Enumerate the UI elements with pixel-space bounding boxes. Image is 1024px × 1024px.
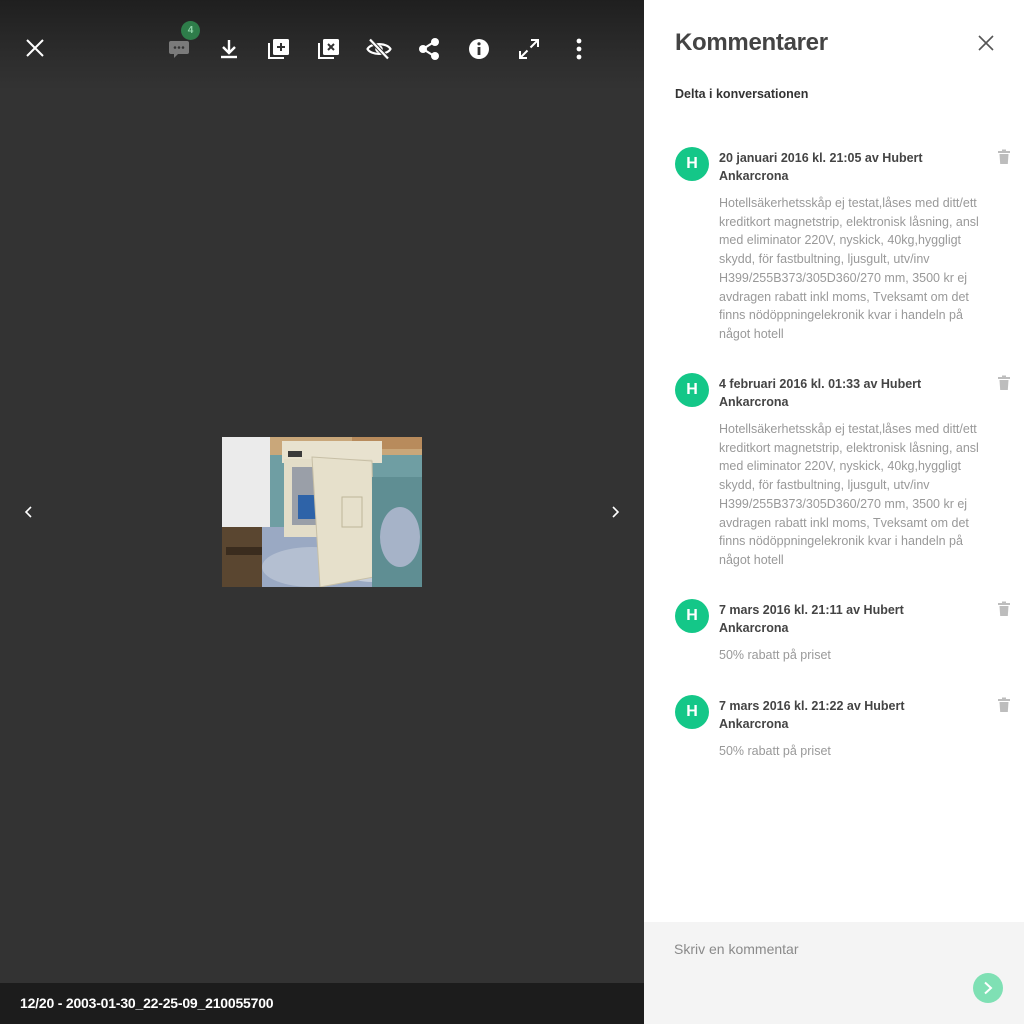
photo-image <box>222 437 422 587</box>
close-icon <box>978 35 994 51</box>
next-photo-button[interactable] <box>603 500 627 524</box>
info-icon <box>469 39 489 59</box>
comments-panel: Kommentarer Delta i konversationen H 20 … <box>644 0 1024 1024</box>
avatar: H <box>675 373 709 407</box>
trash-icon[interactable] <box>997 601 1011 617</box>
comment-text: Hotellsäkerhetsskåp ej testat,låses med … <box>719 196 979 341</box>
share-icon <box>419 38 439 60</box>
comment-input[interactable] <box>674 938 974 960</box>
add-to-album-button[interactable] <box>261 31 297 67</box>
previous-photo-button[interactable] <box>17 500 41 524</box>
comment-item: H 7 mars 2016 kl. 21:22 av Hubert Ankarc… <box>675 695 1015 765</box>
close-viewer-button[interactable] <box>17 30 53 66</box>
add-to-album-icon <box>268 39 289 59</box>
more-options-button[interactable] <box>561 31 597 67</box>
info-button[interactable] <box>461 31 497 67</box>
download-button[interactable] <box>211 31 247 67</box>
chevron-left-icon <box>24 506 32 518</box>
comment-item: H 20 januari 2016 kl. 21:05 av Hubert An… <box>675 147 1015 347</box>
close-panel-button[interactable] <box>973 30 999 56</box>
trash-icon[interactable] <box>997 697 1011 713</box>
comment-meta: 20 januari 2016 kl. 21:05 av Hubert Anka… <box>719 151 923 183</box>
comment-text: 50% rabatt på priset <box>719 648 831 662</box>
trash-icon[interactable] <box>997 149 1011 165</box>
comment-meta: 4 februari 2016 kl. 01:33 av Hubert Anka… <box>719 377 922 409</box>
comment-compose-area <box>644 922 1024 1024</box>
chevron-right-icon <box>984 981 993 995</box>
send-comment-button[interactable] <box>973 973 1003 1003</box>
remove-from-album-icon <box>318 39 339 59</box>
avatar: H <box>675 599 709 633</box>
avatar: H <box>675 695 709 729</box>
fullscreen-button[interactable] <box>511 31 547 67</box>
more-vertical-icon <box>576 38 582 60</box>
share-button[interactable] <box>411 31 447 67</box>
comment-text: 50% rabatt på priset <box>719 744 831 758</box>
photo-viewer: 4 12/20 - 2003-01-30_22-25-09_210055700 <box>0 0 644 1024</box>
remove-from-album-button[interactable] <box>311 31 347 67</box>
panel-subtitle: Delta i konversationen <box>675 87 809 101</box>
chevron-right-icon <box>612 506 620 518</box>
comment-item: H 7 mars 2016 kl. 21:11 av Hubert Ankarc… <box>675 599 1015 669</box>
fullscreen-icon <box>519 39 539 59</box>
comment-meta: 7 mars 2016 kl. 21:11 av Hubert Ankarcro… <box>719 603 904 635</box>
trash-icon[interactable] <box>997 375 1011 391</box>
comment-text: Hotellsäkerhetsskåp ej testat,låses med … <box>719 422 979 567</box>
avatar: H <box>675 147 709 181</box>
close-icon <box>26 39 44 57</box>
download-icon <box>221 40 237 59</box>
comment-meta: 7 mars 2016 kl. 21:22 av Hubert Ankarcro… <box>719 699 905 731</box>
comment-count-badge: 4 <box>181 21 200 40</box>
comment-icon <box>169 41 189 58</box>
hide-icon <box>366 38 392 60</box>
comment-item: H 4 februari 2016 kl. 01:33 av Hubert An… <box>675 373 1015 573</box>
hide-button[interactable] <box>361 31 397 67</box>
panel-title: Kommentarer <box>675 29 828 56</box>
photo-caption: 12/20 - 2003-01-30_22-25-09_210055700 <box>20 995 274 1011</box>
comments-button[interactable]: 4 <box>161 21 200 67</box>
